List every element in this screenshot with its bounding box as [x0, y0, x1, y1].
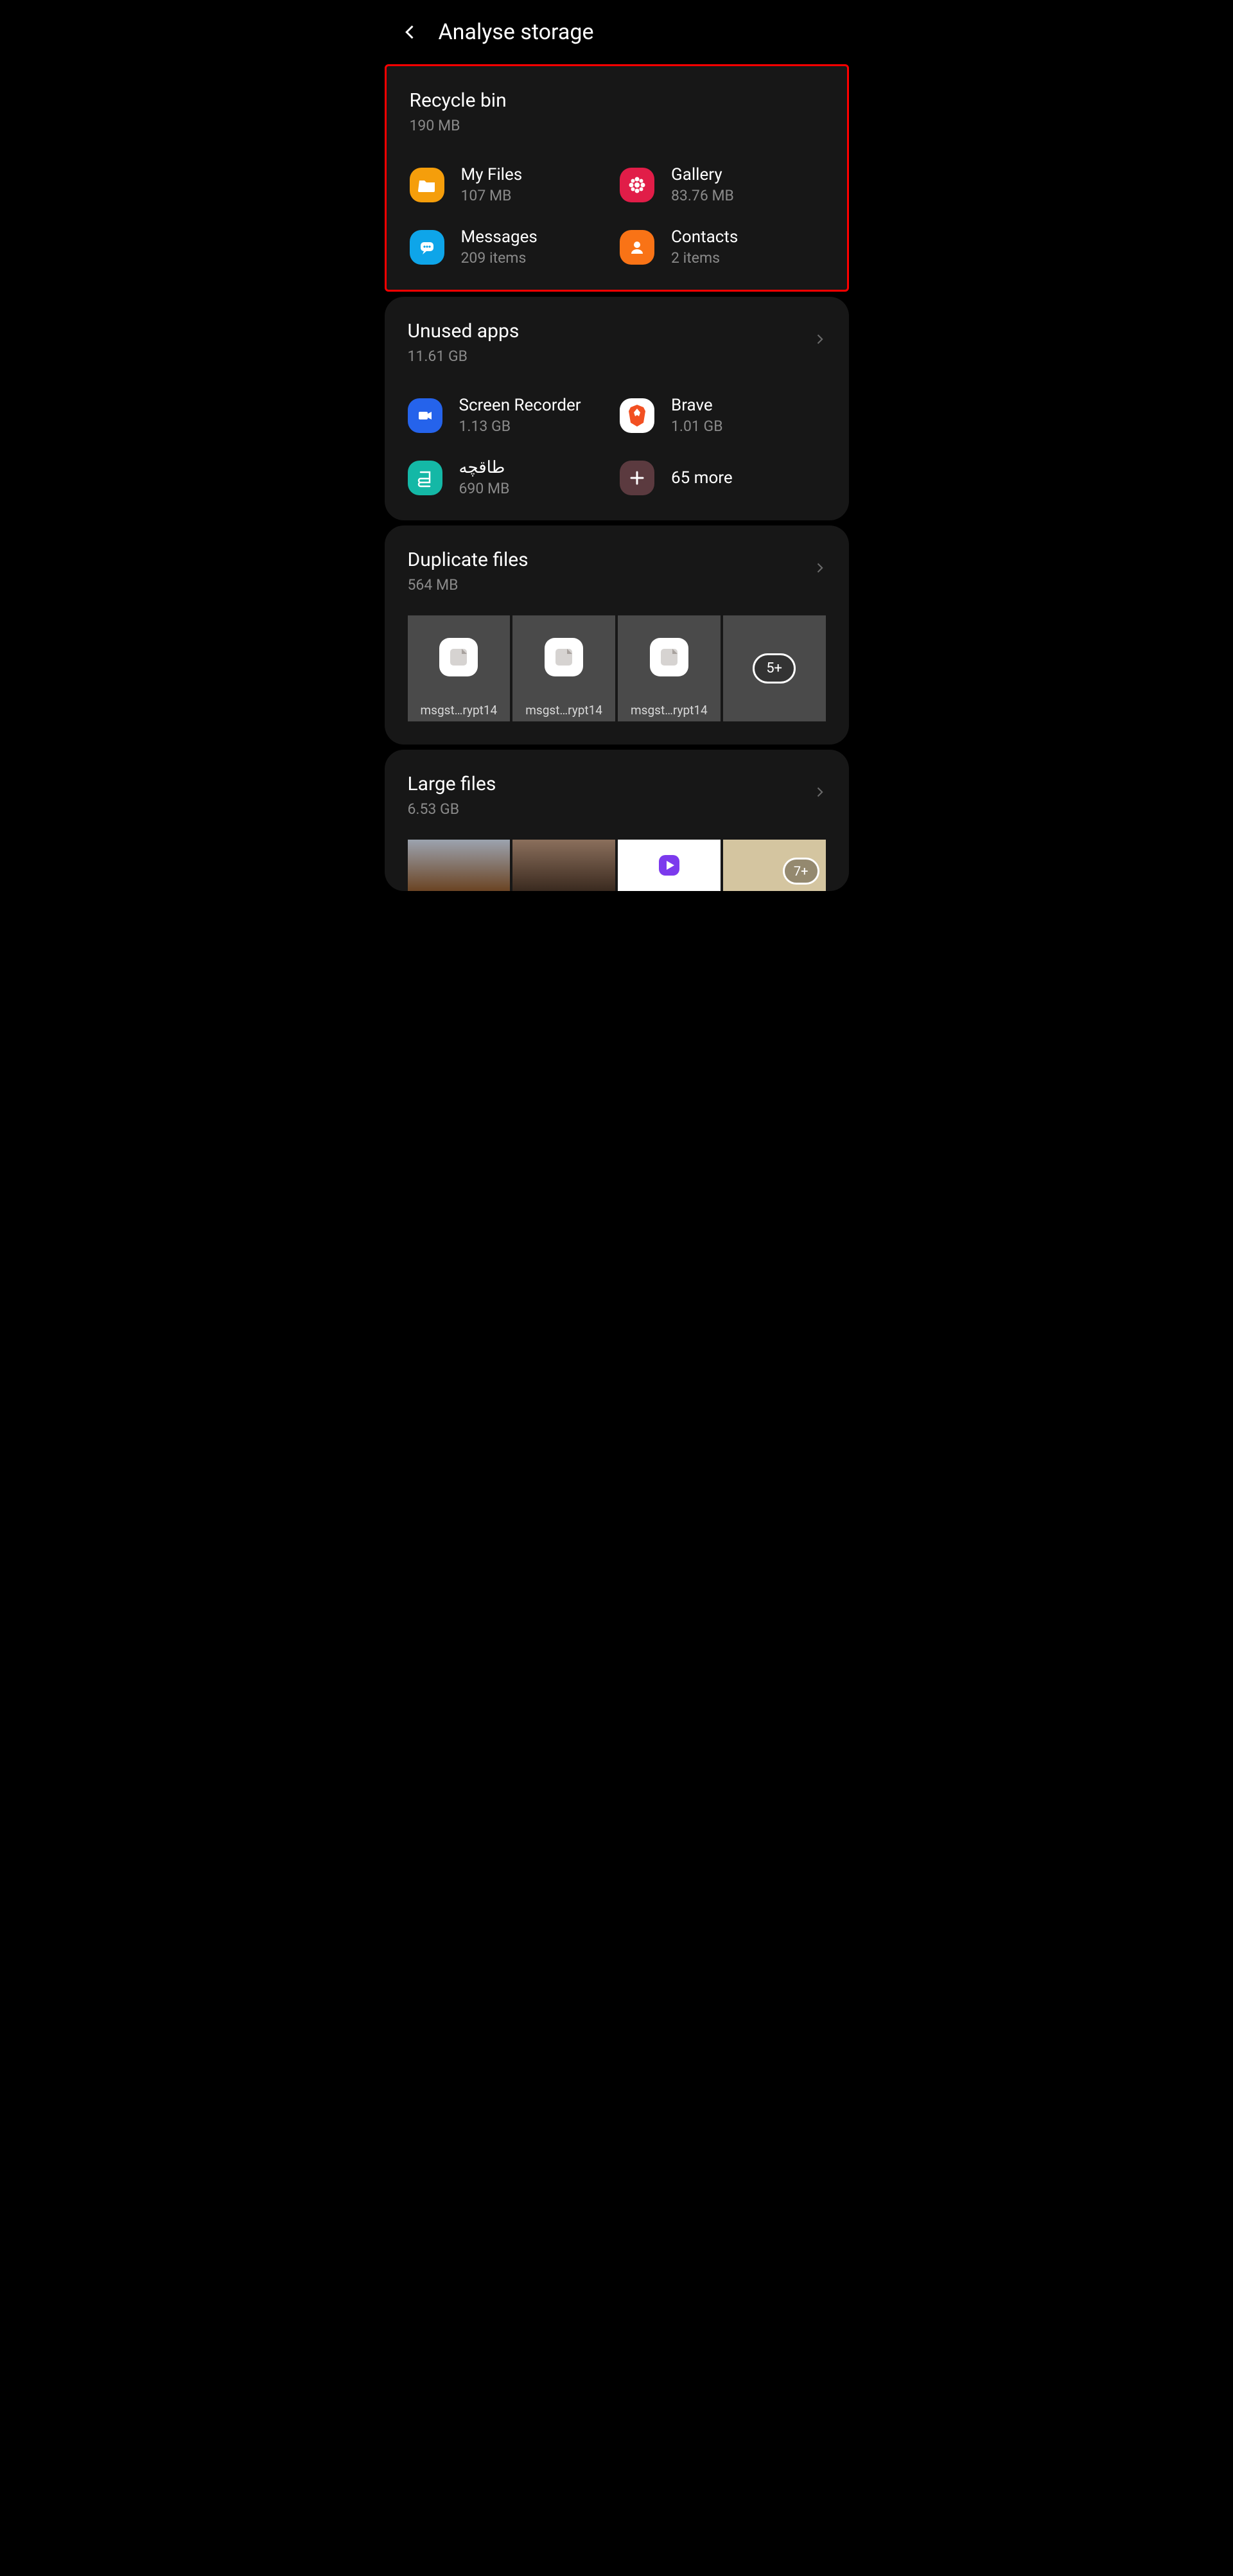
recycle-bin-card[interactable]: Recycle bin 190 MB My Files 107 MB Galle… — [385, 64, 849, 292]
unused-item-screenrecorder[interactable]: Screen Recorder 1.13 GB — [408, 396, 614, 435]
chevron-right-icon — [813, 786, 826, 798]
book-icon — [408, 461, 442, 495]
item-sub: 83.76 MB — [671, 187, 734, 204]
play-icon — [656, 852, 682, 878]
large-files-card[interactable]: Large files 6.53 GB 7+ — [385, 750, 849, 891]
duplicate-size: 564 MB — [408, 576, 826, 594]
recycle-item-messages[interactable]: Messages 209 items — [410, 227, 614, 267]
duplicate-title: Duplicate files — [408, 549, 826, 571]
duplicate-thumb-more[interactable]: 5+ — [723, 615, 826, 721]
item-label: Gallery — [671, 165, 734, 184]
file-icon — [545, 638, 583, 676]
camera-icon — [408, 398, 442, 433]
large-title: Large files — [408, 773, 826, 795]
large-thumb[interactable] — [618, 840, 721, 891]
thumb-label: msgst…rypt14 — [408, 699, 511, 721]
page-title: Analyse storage — [439, 19, 594, 45]
flower-icon — [620, 168, 654, 202]
item-label: My Files — [461, 165, 523, 184]
header: Analyse storage — [376, 0, 858, 64]
item-sub: 1.13 GB — [459, 418, 581, 435]
recycle-title: Recycle bin — [410, 89, 824, 112]
item-sub: 2 items — [671, 249, 738, 267]
message-icon — [410, 230, 444, 265]
item-label: Messages — [461, 227, 538, 247]
recycle-item-contacts[interactable]: Contacts 2 items — [620, 227, 824, 267]
unused-apps-card[interactable]: Unused apps 11.61 GB Screen Recorder 1.1… — [385, 297, 849, 520]
large-size: 6.53 GB — [408, 800, 826, 818]
brave-icon — [620, 398, 654, 433]
duplicate-files-card[interactable]: Duplicate files 564 MB msgst…rypt14 msgs… — [385, 525, 849, 745]
item-label: Brave — [671, 396, 723, 415]
item-label: Contacts — [671, 227, 738, 247]
plus-icon — [620, 461, 654, 495]
thumb-label: msgst…rypt14 — [618, 699, 721, 721]
unused-item-taaghche[interactable]: طاقچه 690 MB — [408, 458, 614, 497]
more-badge: 5+ — [753, 653, 796, 684]
back-icon[interactable] — [401, 23, 419, 41]
item-sub: 690 MB — [459, 480, 510, 497]
large-thumb[interactable] — [512, 840, 615, 891]
person-icon — [620, 230, 654, 265]
duplicate-thumb[interactable]: msgst…rypt14 — [512, 615, 615, 721]
recycle-size: 190 MB — [410, 117, 824, 134]
large-thumb[interactable] — [408, 840, 511, 891]
chevron-right-icon — [813, 333, 826, 346]
file-icon — [650, 638, 688, 676]
large-thumb-more[interactable]: 7+ — [723, 840, 826, 891]
item-label: 65 more — [671, 468, 733, 488]
recycle-item-myfiles[interactable]: My Files 107 MB — [410, 165, 614, 204]
unused-title: Unused apps — [408, 320, 826, 342]
more-badge: 7+ — [783, 858, 819, 885]
unused-item-brave[interactable]: Brave 1.01 GB — [620, 396, 826, 435]
chevron-right-icon — [813, 561, 826, 574]
unused-size: 11.61 GB — [408, 348, 826, 365]
item-sub: 1.01 GB — [671, 418, 723, 435]
item-sub: 107 MB — [461, 187, 523, 204]
duplicate-thumb[interactable]: msgst…rypt14 — [618, 615, 721, 721]
folder-icon — [410, 168, 444, 202]
item-sub: 209 items — [461, 249, 538, 267]
file-icon — [439, 638, 478, 676]
unused-item-more[interactable]: 65 more — [620, 458, 826, 497]
thumb-label: msgst…rypt14 — [512, 699, 615, 721]
item-label: طاقچه — [459, 458, 510, 477]
duplicate-thumb[interactable]: msgst…rypt14 — [408, 615, 511, 721]
item-label: Screen Recorder — [459, 396, 581, 415]
recycle-item-gallery[interactable]: Gallery 83.76 MB — [620, 165, 824, 204]
